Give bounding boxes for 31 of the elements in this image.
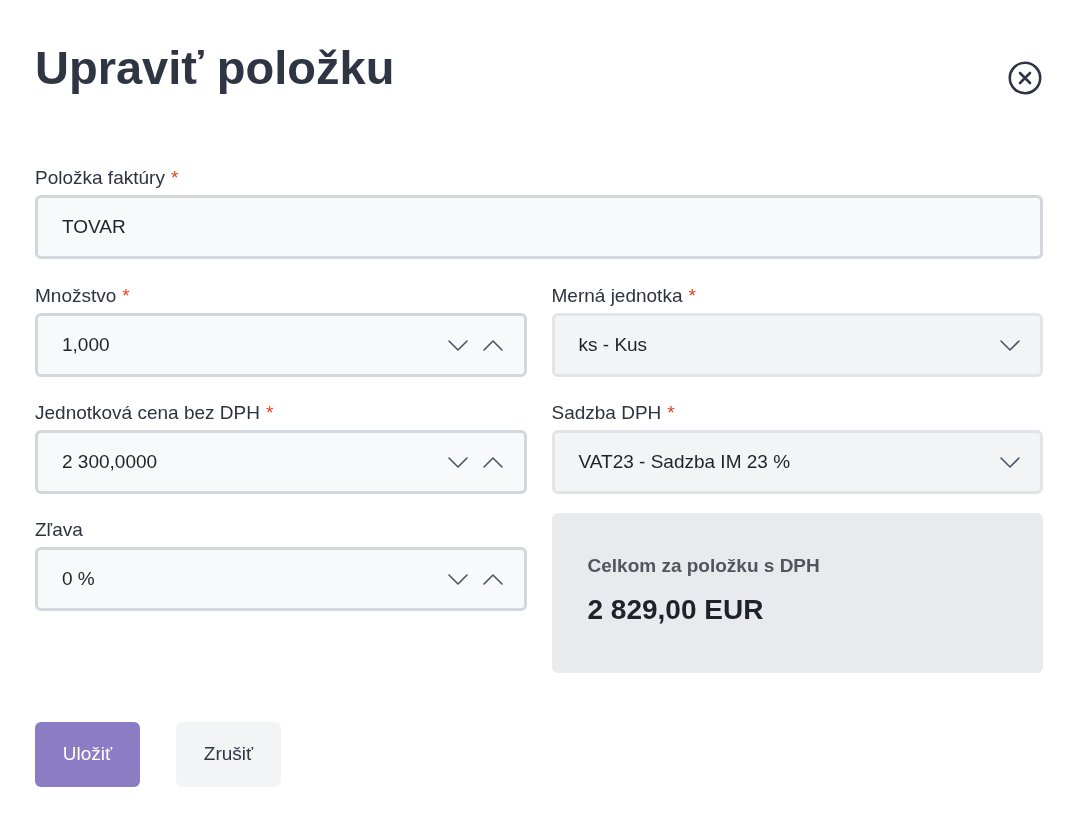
cancel-button[interactable]: Zrušiť xyxy=(176,722,281,787)
close-icon[interactable] xyxy=(1008,61,1042,95)
total-label: Celkom za položku s DPH xyxy=(587,554,821,578)
number-field[interactable]: 2 300,0000 xyxy=(35,430,527,494)
chevron-up-icon[interactable] xyxy=(482,339,503,351)
dialog-title: Upraviť položku xyxy=(35,40,395,96)
chevron-down-icon[interactable] xyxy=(1000,339,1020,351)
text-field[interactable]: TOVAR xyxy=(35,195,1043,259)
chevron-down-icon[interactable] xyxy=(447,573,468,585)
chevron-up-icon[interactable] xyxy=(482,573,503,585)
chevron-down-icon[interactable] xyxy=(1000,456,1020,468)
required-mark: * xyxy=(122,284,130,308)
field-label: Sadzba DPH xyxy=(551,401,662,425)
chevron-down-icon[interactable] xyxy=(447,339,468,351)
number-field[interactable]: 1,000 xyxy=(35,313,527,377)
required-mark: * xyxy=(265,401,274,425)
total-value: 2 829,00 EUR xyxy=(587,593,765,627)
required-mark: * xyxy=(667,401,675,425)
required-mark: * xyxy=(688,284,696,308)
select-field[interactable]: VAT23 - Sadzba IM 23 % xyxy=(551,430,1043,494)
chevron-down-icon[interactable] xyxy=(447,456,468,468)
select-field[interactable]: ks - Kus xyxy=(551,313,1043,377)
required-mark: * xyxy=(170,166,179,190)
field-label: Množstvo xyxy=(35,284,117,308)
field-label: Položka faktúry xyxy=(35,166,165,190)
field-label: Zľava xyxy=(35,518,83,542)
save-button[interactable]: Uložiť xyxy=(35,722,140,787)
chevron-up-icon[interactable] xyxy=(482,456,503,468)
number-field[interactable]: 0 % xyxy=(35,547,527,611)
field-label: Jednotková cena bez DPH xyxy=(35,401,260,425)
field-label: Merná jednotka xyxy=(551,284,683,308)
